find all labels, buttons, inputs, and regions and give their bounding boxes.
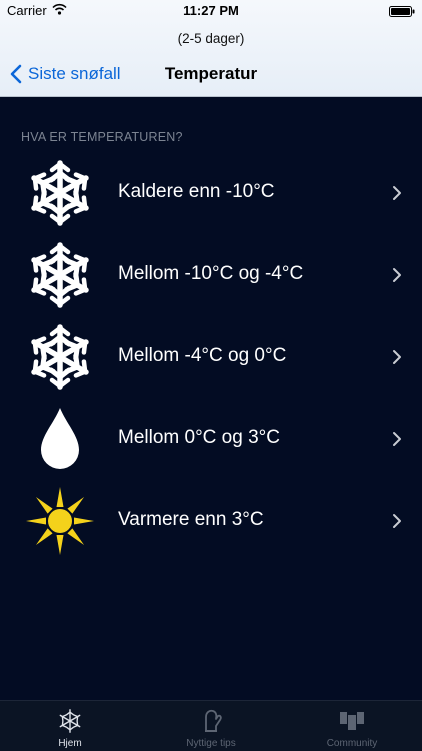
- chevron-right-icon: [393, 514, 401, 528]
- page-title: Temperatur: [164, 64, 258, 83]
- option-row[interactable]: Kaldere enn -10°C: [0, 152, 422, 232]
- tab-label: Nyttige tips: [186, 738, 236, 749]
- water-drop-icon: [41, 408, 79, 469]
- sun-icon: [26, 487, 94, 555]
- tab-nyttige-tips[interactable]: Nyttige tips: [141, 701, 281, 751]
- status-time: 11:27 PM: [183, 3, 239, 18]
- snowflake-icon: [25, 322, 95, 392]
- tab-hjem[interactable]: Hjem: [0, 701, 140, 751]
- option-row[interactable]: Mellom -10°C og -4°C: [0, 234, 422, 314]
- chevron-right-icon: [393, 350, 401, 364]
- snowflake-icon: [25, 158, 95, 228]
- snowflake-tab-icon: [59, 709, 81, 733]
- option-label: Mellom 0°C og 3°C: [118, 427, 280, 448]
- option-label: Mellom -10°C og -4°C: [118, 263, 304, 284]
- option-row[interactable]: Mellom 0°C og 3°C: [0, 398, 422, 478]
- chevron-right-icon: [393, 186, 401, 200]
- nav-prompt: (2-5 dager): [177, 31, 245, 46]
- option-label: Mellom -4°C og 0°C: [118, 345, 287, 366]
- tab-label: Hjem: [58, 738, 82, 749]
- section-header: HVA ER TEMPERATUREN?: [21, 130, 183, 144]
- mitten-icon: [205, 709, 222, 732]
- tab-bar: Hjem Nyttige tips Community: [0, 700, 422, 751]
- tab-community[interactable]: Community: [282, 701, 422, 751]
- community-icon: [340, 712, 364, 730]
- battery-icon: [389, 5, 415, 17]
- snowflake-icon: [25, 240, 95, 310]
- option-row[interactable]: Varmere enn 3°C: [0, 480, 422, 560]
- chevron-right-icon: [393, 268, 401, 282]
- navigation-header: Carrier 11:27 PM (2-5 dager) Siste snøfa…: [0, 0, 422, 97]
- chevron-right-icon: [393, 432, 401, 446]
- option-label: Varmere enn 3°C: [118, 509, 264, 530]
- option-row[interactable]: Mellom -4°C og 0°C: [0, 316, 422, 396]
- status-bar: Carrier 11:27 PM: [0, 0, 422, 22]
- option-label: Kaldere enn -10°C: [118, 181, 275, 202]
- tab-label: Community: [326, 738, 378, 749]
